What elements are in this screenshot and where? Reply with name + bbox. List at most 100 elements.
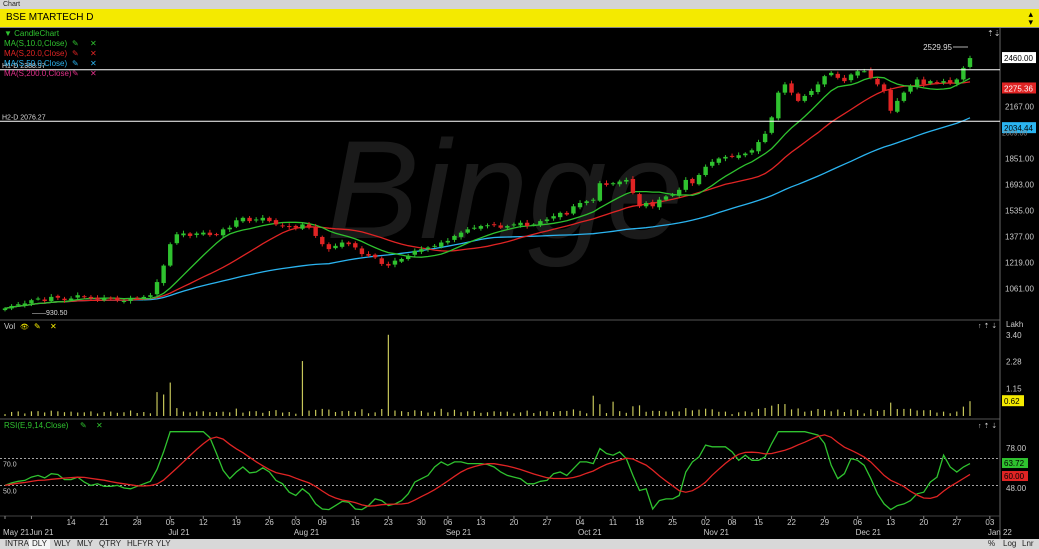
x-tick-day: 03 bbox=[985, 518, 994, 527]
x-tick-day: 19 bbox=[232, 518, 241, 527]
candle-body bbox=[201, 232, 206, 235]
price-tag: 2275.36 bbox=[1004, 84, 1033, 93]
x-tick-day: 16 bbox=[351, 518, 360, 527]
candle-body bbox=[108, 297, 113, 299]
candle-body bbox=[617, 181, 622, 185]
candle-body bbox=[524, 222, 530, 227]
candle-body bbox=[901, 92, 907, 101]
candle-body bbox=[168, 244, 173, 266]
candle-body bbox=[101, 297, 107, 301]
candle-body bbox=[934, 82, 940, 84]
tab-hlfyr[interactable]: HLFYR bbox=[124, 539, 156, 549]
close-icon: ✕ bbox=[90, 59, 97, 68]
tab-intra[interactable]: INTRA bbox=[2, 539, 32, 549]
candle-body bbox=[234, 220, 239, 227]
x-tick-day: 20 bbox=[919, 518, 928, 527]
candle-body bbox=[637, 194, 642, 207]
price-tick: 1061.00 bbox=[1005, 284, 1034, 293]
candle-body bbox=[207, 232, 213, 236]
candle-body bbox=[848, 74, 854, 81]
eye-icon: 👁 bbox=[20, 323, 29, 331]
candle-body bbox=[115, 297, 120, 301]
x-tick-day: 05 bbox=[166, 518, 175, 527]
candle-body bbox=[716, 158, 722, 163]
rsi-line bbox=[4, 431, 971, 511]
percent-toggle[interactable]: % bbox=[988, 539, 995, 549]
x-tick-day: 27 bbox=[543, 518, 552, 527]
vol-label: Vol bbox=[4, 322, 15, 331]
x-tick-day: 29 bbox=[820, 518, 829, 527]
candle-body bbox=[690, 178, 695, 184]
x-tick-month: Nov 21 bbox=[704, 528, 730, 537]
candle-body bbox=[888, 90, 893, 111]
edit-icon: ✎ bbox=[34, 322, 41, 331]
candle-body bbox=[22, 303, 28, 306]
rsi-signal-tag: 60.00 bbox=[1004, 472, 1025, 481]
candle-body bbox=[947, 80, 953, 83]
chart-title-bar: BSE MTARTECH D ▴ ▾ bbox=[0, 9, 1039, 28]
panel-controls: ↑ ⇡ ⇣ bbox=[978, 322, 997, 330]
candle-body bbox=[518, 222, 523, 226]
window-title: Chart bbox=[3, 1, 21, 8]
candle-body bbox=[723, 156, 728, 159]
candle-body bbox=[921, 79, 926, 85]
log-toggle[interactable]: Log bbox=[1003, 539, 1016, 549]
candle-body bbox=[419, 249, 424, 252]
x-tick-day: 06 bbox=[443, 518, 452, 527]
candle-body bbox=[670, 194, 675, 196]
candle-body bbox=[95, 297, 100, 300]
rsi-level-label: 70.0 bbox=[3, 462, 17, 469]
candle-body bbox=[630, 178, 636, 194]
high-annotation: 2529.95 bbox=[923, 43, 952, 52]
candle-body bbox=[710, 161, 715, 166]
candle-body bbox=[591, 199, 596, 201]
candle-body bbox=[875, 78, 880, 85]
candle-body bbox=[954, 79, 959, 84]
tab-dly[interactable]: DLY bbox=[29, 539, 50, 549]
candle-body bbox=[789, 83, 794, 93]
candle-body bbox=[835, 73, 841, 78]
window-controls[interactable]: ▴ ▾ bbox=[1028, 10, 1033, 27]
tab-yly[interactable]: YLY bbox=[153, 539, 174, 549]
x-tick-day: 20 bbox=[509, 518, 518, 527]
candle-body bbox=[855, 71, 860, 76]
candle-body bbox=[465, 229, 470, 233]
candle-body bbox=[610, 183, 616, 185]
candle-body bbox=[313, 226, 318, 236]
edit-icon: ✎ bbox=[72, 59, 79, 68]
candle-body bbox=[571, 206, 576, 214]
candle-body bbox=[75, 295, 80, 298]
candle-body bbox=[267, 217, 272, 222]
candle-body bbox=[187, 233, 193, 236]
candle-body bbox=[729, 155, 735, 157]
x-tick-day: 21 bbox=[100, 518, 109, 527]
close-icon: ✕ bbox=[90, 39, 97, 48]
candle-body bbox=[769, 117, 774, 133]
tab-mly[interactable]: MLY bbox=[74, 539, 96, 549]
candle-body bbox=[551, 216, 556, 219]
ma-legend-item: MA(S,20.0,Close) bbox=[4, 49, 67, 58]
candle-body bbox=[928, 81, 933, 84]
candle-body bbox=[756, 142, 761, 152]
rsi-level-label: 50.0 bbox=[3, 488, 17, 495]
x-tick-day: 28 bbox=[133, 518, 142, 527]
candle-body bbox=[491, 224, 497, 226]
tab-qtry[interactable]: QTRY bbox=[96, 539, 124, 549]
volume-tick: 2.28 bbox=[1006, 358, 1022, 367]
candle-body bbox=[439, 242, 444, 247]
candle-body bbox=[88, 296, 94, 299]
candle-body bbox=[782, 84, 788, 93]
tab-wly[interactable]: WLY bbox=[51, 539, 74, 549]
candle-body bbox=[333, 245, 338, 249]
x-tick-month: Sep 21 bbox=[446, 528, 472, 537]
linear-toggle[interactable]: Lnr bbox=[1022, 539, 1034, 549]
candle-body bbox=[881, 84, 887, 91]
candle-body bbox=[776, 92, 781, 119]
candle-body bbox=[49, 296, 54, 301]
price-tick: 1219.00 bbox=[1005, 258, 1034, 267]
candle-body bbox=[895, 100, 900, 112]
candle-body bbox=[306, 224, 312, 228]
candle-body bbox=[914, 79, 920, 88]
x-tick-day: 27 bbox=[952, 518, 961, 527]
candle-body bbox=[161, 265, 166, 284]
